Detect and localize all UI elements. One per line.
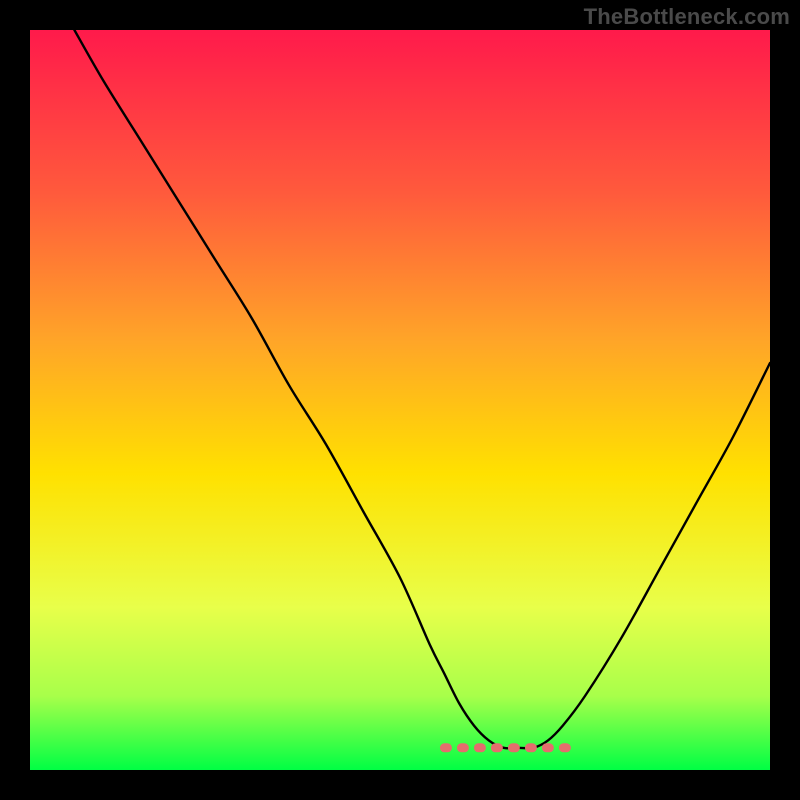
watermark-text: TheBottleneck.com <box>584 4 790 30</box>
chart-frame: TheBottleneck.com <box>0 0 800 800</box>
bottleneck-chart <box>30 30 770 770</box>
